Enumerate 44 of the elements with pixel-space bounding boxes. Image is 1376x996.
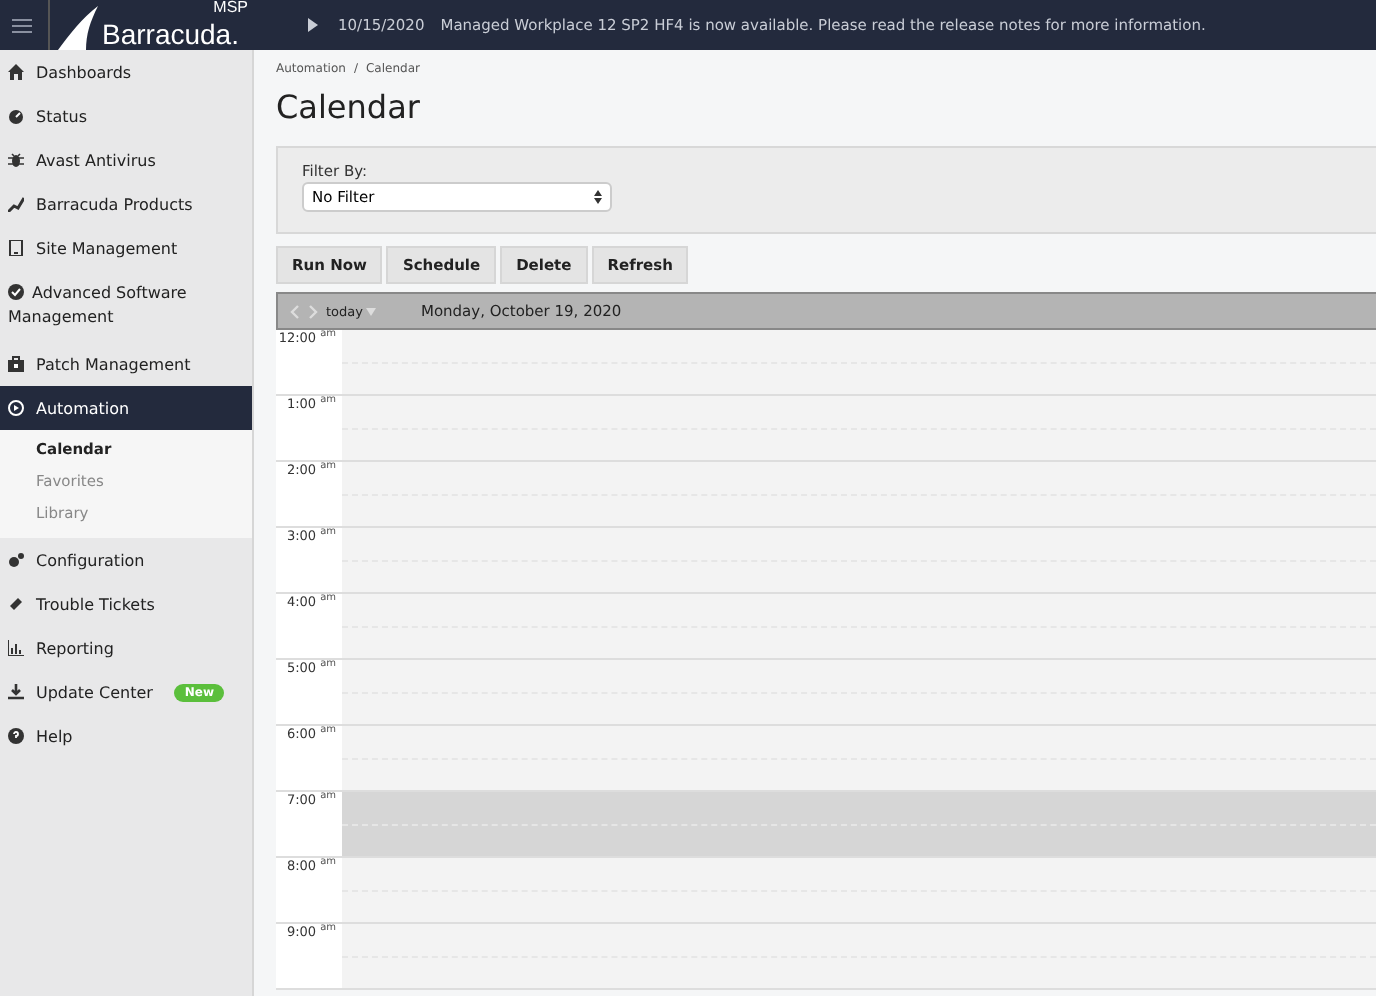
gears-icon — [8, 552, 24, 568]
time-slot[interactable] — [342, 858, 1376, 922]
home-icon — [8, 64, 24, 80]
time-slot[interactable] — [342, 660, 1376, 724]
bug-icon — [8, 152, 24, 168]
briefcase-icon — [8, 356, 24, 372]
logo-mark-icon — [54, 6, 98, 50]
logo-text: Barracuda. — [102, 20, 239, 50]
gauge-icon — [8, 108, 24, 124]
help-icon — [8, 728, 24, 744]
time-slot[interactable] — [342, 792, 1376, 856]
time-slot[interactable] — [342, 594, 1376, 658]
sort-arrows-icon — [594, 190, 602, 204]
sidebar-item[interactable]: Help — [0, 714, 252, 758]
caret-down-icon[interactable] — [366, 307, 377, 315]
sidebar-item[interactable]: Dashboards — [0, 50, 252, 94]
bar-chart-icon — [8, 640, 24, 656]
time-slot[interactable] — [342, 462, 1376, 526]
time-slot[interactable] — [342, 726, 1376, 790]
sidebar-item[interactable]: Patch Management — [0, 342, 252, 386]
download-icon — [8, 684, 24, 700]
caret-icon[interactable] — [308, 18, 318, 32]
page-title: Calendar — [276, 88, 422, 126]
sidebar-item[interactable]: Trouble Tickets — [0, 582, 252, 626]
sidebar-item[interactable]: Configuration — [0, 538, 252, 582]
time-slot[interactable] — [342, 396, 1376, 460]
check-circle-icon — [8, 284, 24, 300]
time-slot[interactable] — [342, 924, 1376, 988]
sidebar-item[interactable]: Avast Antivirus — [0, 138, 252, 182]
sidebar-item[interactable]: Reporting — [0, 626, 252, 670]
logo-label: MSP — [213, 0, 248, 16]
sidebar-item[interactable]: Site Management — [0, 226, 252, 270]
chart-icon — [8, 196, 24, 212]
play-circle-icon — [8, 400, 24, 416]
sidebar-item[interactable]: Advanced Software Management — [0, 270, 252, 342]
ticket-icon — [8, 596, 24, 612]
sidebar-item[interactable]: Status — [0, 94, 252, 138]
time-slot[interactable] — [342, 330, 1376, 394]
sidebar-item[interactable]: Barracuda Products — [0, 182, 252, 226]
menu-icon[interactable] — [12, 17, 32, 33]
server-icon — [8, 240, 24, 256]
prev-next-arrows-icon[interactable] — [290, 303, 318, 319]
time-slot[interactable] — [342, 528, 1376, 592]
sidebar-item[interactable]: Automation — [0, 386, 252, 430]
